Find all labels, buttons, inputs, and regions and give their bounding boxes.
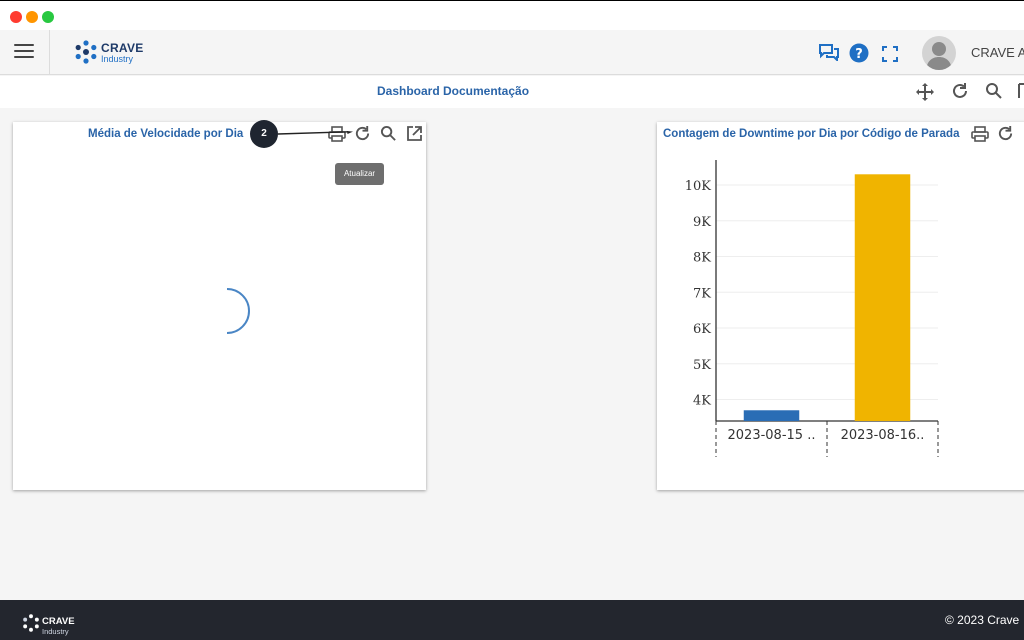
footer-brand-name: CRAVE [42, 616, 75, 627]
y-tick-label: 10K [685, 179, 712, 194]
chart-bar [743, 410, 800, 421]
copyright-text: © 2023 Crave [945, 613, 1020, 627]
footer-brand-subtitle: Industry [42, 627, 69, 636]
y-tick-label: 8K [693, 251, 711, 266]
x-tick-label: 2023-08-16.. [841, 428, 925, 443]
y-tick-label: 7K [693, 286, 711, 301]
footer: CRAVE Industry © 2023 Crave [0, 600, 1024, 640]
chart-bar [854, 174, 911, 421]
y-tick-label: 6K [693, 322, 711, 337]
y-tick-label: 9K [693, 215, 711, 230]
y-tick-label: 4K [693, 394, 711, 409]
y-tick-label: 5K [693, 358, 711, 373]
downtime-bar-chart: 4K 5K 6K 7K 8K 9K 10K 2023-08-15 .. 2023-08-16.. [685, 160, 939, 457]
x-tick-label: 2023-08-15 .. [728, 428, 816, 443]
crave-logo-icon [23, 614, 39, 632]
